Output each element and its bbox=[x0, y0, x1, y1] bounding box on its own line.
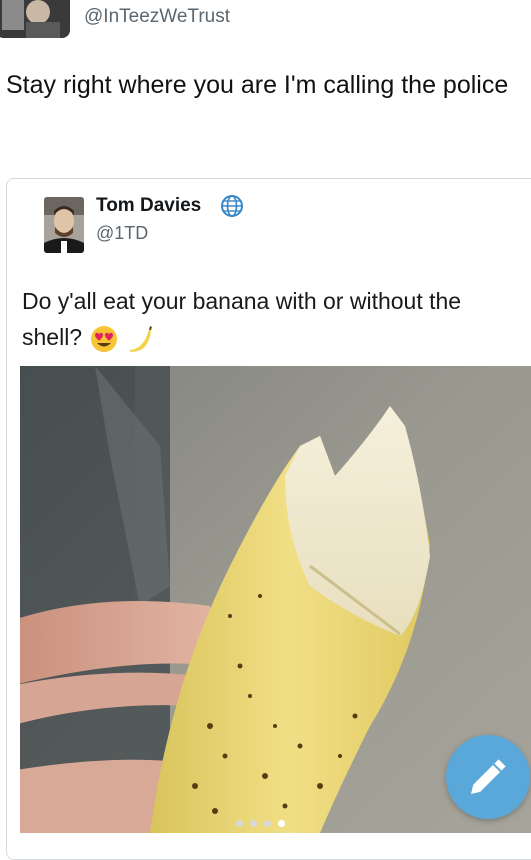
pager-dot[interactable] bbox=[264, 820, 271, 827]
quoted-tweet-text: Do y'all eat your banana with or without… bbox=[22, 283, 522, 355]
retweet-caption: Stay right where you are I'm calling the… bbox=[6, 71, 509, 99]
pencil-icon bbox=[471, 759, 506, 794]
quoted-author-avatar[interactable] bbox=[44, 197, 84, 253]
banana-emoji bbox=[128, 325, 152, 352]
quoted-author-name[interactable]: Tom Davies bbox=[96, 195, 201, 217]
globe-icon bbox=[221, 195, 243, 217]
retweeter-handle[interactable]: @InTeezWeTrust bbox=[84, 6, 230, 28]
quoted-author-handle[interactable]: @1TD bbox=[96, 223, 148, 244]
pager-dot[interactable] bbox=[250, 820, 257, 827]
retweeter-avatar[interactable] bbox=[0, 0, 70, 38]
compose-button[interactable] bbox=[446, 735, 530, 819]
pager-dot-active[interactable] bbox=[278, 820, 285, 827]
heart-eyes-emoji bbox=[90, 325, 117, 352]
retweet-header: @InTeezWeTrust bbox=[0, 0, 531, 42]
pager-dot[interactable] bbox=[236, 820, 243, 827]
